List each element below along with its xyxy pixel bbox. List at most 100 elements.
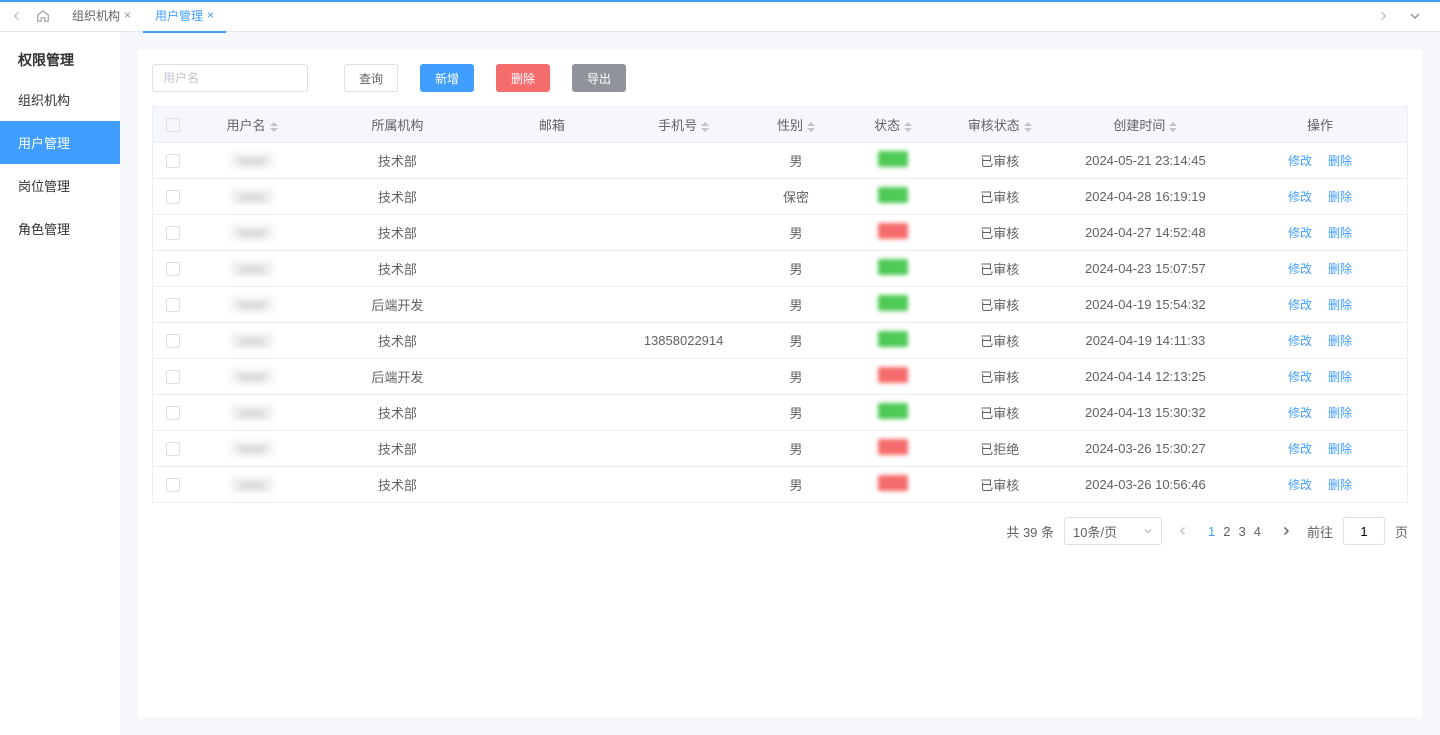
- phone-cell: 13858022914: [620, 323, 748, 359]
- delete-link[interactable]: 删除: [1328, 190, 1352, 204]
- tab-1[interactable]: 用户管理×: [143, 0, 226, 32]
- gender-cell: 男: [748, 359, 845, 395]
- edit-link[interactable]: 修改: [1288, 442, 1312, 456]
- page-3[interactable]: 3: [1235, 524, 1250, 539]
- tab-0[interactable]: 组织机构 ×: [60, 0, 143, 32]
- home-icon[interactable]: [34, 7, 52, 25]
- add-button[interactable]: 新增: [420, 64, 474, 92]
- sort-icon[interactable]: [701, 122, 709, 132]
- delete-link[interactable]: 删除: [1328, 154, 1352, 168]
- edit-link[interactable]: 修改: [1288, 298, 1312, 312]
- row-checkbox[interactable]: [166, 442, 180, 456]
- delete-link[interactable]: 删除: [1328, 298, 1352, 312]
- email-cell: [484, 143, 619, 179]
- sort-icon[interactable]: [1169, 122, 1177, 132]
- edit-link[interactable]: 修改: [1288, 154, 1312, 168]
- audit-cell: 已审核: [942, 359, 1058, 395]
- delete-link[interactable]: 删除: [1328, 262, 1352, 276]
- row-checkbox[interactable]: [166, 406, 180, 420]
- status-badge: [878, 403, 908, 419]
- sort-icon[interactable]: [1024, 122, 1032, 132]
- audit-cell: 已审核: [942, 251, 1058, 287]
- delete-link[interactable]: 删除: [1328, 406, 1352, 420]
- row-checkbox[interactable]: [166, 262, 180, 276]
- search-input[interactable]: [152, 64, 308, 92]
- row-checkbox[interactable]: [166, 370, 180, 384]
- edit-link[interactable]: 修改: [1288, 478, 1312, 492]
- tab-label: 组织机构: [72, 7, 120, 24]
- col-phone: 手机号: [620, 107, 748, 143]
- status-badge: [878, 151, 908, 167]
- prev-page[interactable]: [1172, 524, 1194, 539]
- audit-cell: 已拒绝: [942, 431, 1058, 467]
- row-checkbox[interactable]: [166, 154, 180, 168]
- status-badge: [878, 475, 908, 491]
- col-gender: 性别: [748, 107, 845, 143]
- close-icon[interactable]: ×: [124, 9, 131, 22]
- email-cell: [484, 431, 619, 467]
- edit-link[interactable]: 修改: [1288, 262, 1312, 276]
- delete-link[interactable]: 删除: [1328, 370, 1352, 384]
- row-checkbox[interactable]: [166, 478, 180, 492]
- gender-cell: 男: [748, 143, 845, 179]
- query-button[interactable]: 查询: [344, 64, 398, 92]
- table-row: xxxx技术部男已审核2024-04-13 15:30:32修改删除: [153, 395, 1408, 431]
- created-cell: 2024-04-13 15:30:32: [1058, 395, 1233, 431]
- row-checkbox[interactable]: [166, 190, 180, 204]
- sort-icon[interactable]: [807, 122, 815, 132]
- username-cell: xxxx: [231, 297, 273, 312]
- pagination: 共 39 条 10条/页 1234 前往 页: [152, 517, 1408, 545]
- next-page[interactable]: [1275, 524, 1297, 539]
- page-4[interactable]: 4: [1250, 524, 1265, 539]
- delete-button[interactable]: 删除: [496, 64, 550, 92]
- export-button[interactable]: 导出: [572, 64, 626, 92]
- email-cell: [484, 215, 619, 251]
- sidebar-item-2[interactable]: 岗位管理: [0, 164, 120, 207]
- email-cell: [484, 251, 619, 287]
- page-1[interactable]: 1: [1204, 524, 1219, 539]
- col-action: 操作: [1233, 107, 1407, 143]
- col-username: 用户名: [193, 107, 310, 143]
- sidebar-item-3[interactable]: 角色管理: [0, 207, 120, 250]
- goto-input[interactable]: [1343, 517, 1385, 545]
- edit-link[interactable]: 修改: [1288, 370, 1312, 384]
- delete-link[interactable]: 删除: [1328, 478, 1352, 492]
- delete-link[interactable]: 删除: [1328, 334, 1352, 348]
- col-email: 邮箱: [484, 107, 619, 143]
- table-row: xxxx技术部男已审核2024-04-23 15:07:57修改删除: [153, 251, 1408, 287]
- tab-prev-icon[interactable]: [8, 7, 26, 25]
- sidebar-item-0[interactable]: 组织机构: [0, 78, 120, 121]
- username-cell: xxxx: [231, 333, 273, 348]
- edit-link[interactable]: 修改: [1288, 406, 1312, 420]
- created-cell: 2024-04-27 14:52:48: [1058, 215, 1233, 251]
- col-created: 创建时间: [1058, 107, 1233, 143]
- user-table: 用户名 所属机构 邮箱 手机号 性别 状态 审核状态 创建时间 操作 xxxx技…: [152, 106, 1408, 503]
- email-cell: [484, 395, 619, 431]
- dept-cell: 后端开发: [311, 287, 485, 323]
- dept-cell: 后端开发: [311, 359, 485, 395]
- select-all-checkbox[interactable]: [166, 118, 180, 132]
- edit-link[interactable]: 修改: [1288, 226, 1312, 240]
- tab-menu-icon[interactable]: [1406, 7, 1424, 25]
- tab-next-icon[interactable]: [1374, 7, 1392, 25]
- email-cell: [484, 287, 619, 323]
- sort-icon[interactable]: [904, 122, 912, 132]
- edit-link[interactable]: 修改: [1288, 334, 1312, 348]
- page-2[interactable]: 2: [1219, 524, 1234, 539]
- delete-link[interactable]: 删除: [1328, 442, 1352, 456]
- delete-link[interactable]: 删除: [1328, 226, 1352, 240]
- edit-link[interactable]: 修改: [1288, 190, 1312, 204]
- phone-cell: [620, 395, 748, 431]
- row-checkbox[interactable]: [166, 226, 180, 240]
- email-cell: [484, 467, 619, 503]
- row-checkbox[interactable]: [166, 298, 180, 312]
- close-icon[interactable]: ×: [207, 9, 214, 22]
- audit-cell: 已审核: [942, 143, 1058, 179]
- table-row: xxxx技术部13858022914男已审核2024-04-19 14:11:3…: [153, 323, 1408, 359]
- sidebar-item-1[interactable]: 用户管理: [0, 121, 120, 164]
- sort-icon[interactable]: [270, 122, 278, 132]
- status-badge: [878, 439, 908, 455]
- row-checkbox[interactable]: [166, 334, 180, 348]
- page-size-select[interactable]: 10条/页: [1064, 517, 1162, 545]
- email-cell: [484, 323, 619, 359]
